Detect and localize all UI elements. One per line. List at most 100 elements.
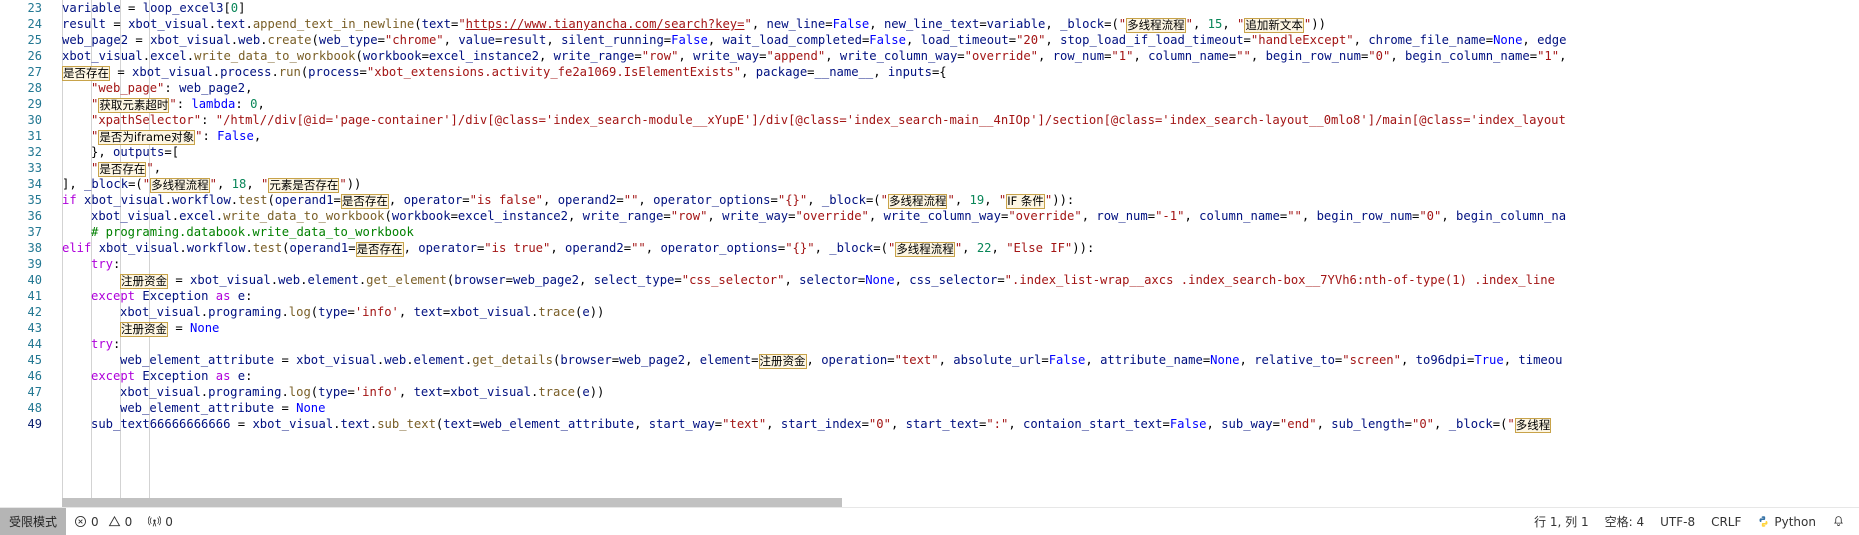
- encoding-label: UTF-8: [1660, 514, 1696, 529]
- code-text[interactable]: 是否存在 = xbot_visual.process.run(process="…: [62, 64, 947, 81]
- code-text[interactable]: xbot_visual.programing.log(type='info', …: [120, 304, 604, 320]
- code-line[interactable]: 30 "xpathSelector": "/html//div[@id='page…: [0, 112, 1859, 128]
- code-line[interactable]: 28 "web_page": web_page2,: [0, 80, 1859, 96]
- code-line[interactable]: 42 xbot_visual.programing.log(type='info'…: [0, 304, 1859, 320]
- line-number: 41: [27, 289, 42, 303]
- status-problems[interactable]: 0 0: [66, 508, 140, 535]
- warning-triangle-icon: [108, 515, 121, 528]
- code-text[interactable]: result = xbot_visual.text.append_text_in…: [62, 16, 1326, 33]
- code-text[interactable]: }, outputs=[: [91, 144, 179, 160]
- code-text[interactable]: web_page2 = xbot_visual.web.create(web_t…: [62, 32, 1566, 48]
- code-line[interactable]: 38 elif xbot_visual.workflow.test(operand…: [0, 240, 1859, 257]
- code-line[interactable]: 47 xbot_visual.programing.log(type='info'…: [0, 384, 1859, 400]
- line-number: 29: [27, 97, 42, 111]
- code-text[interactable]: ], _block=("多线程流程", 18, "元素是否存在")): [62, 176, 361, 193]
- line-number: 25: [27, 33, 42, 47]
- warning-count: 0: [124, 514, 133, 529]
- language-mode-label: Python: [1774, 514, 1816, 529]
- code-text[interactable]: web_element_attribute = None: [120, 400, 325, 416]
- code-line[interactable]: 26 xbot_visual.excel.write_data_to_workbo…: [0, 48, 1859, 64]
- line-number: 35: [27, 193, 42, 207]
- code-text[interactable]: except Exception as e:: [91, 368, 252, 384]
- code-line[interactable]: 33 "是否存在",: [0, 160, 1859, 177]
- vscode-window: 23 variable = loop_excel3[0] 24 result = xb…: [0, 0, 1859, 535]
- code-text[interactable]: sub_text66666666666 = xbot_visual.text.s…: [91, 416, 1552, 433]
- code-text[interactable]: variable = loop_excel3[0]: [62, 0, 245, 16]
- code-lines[interactable]: 23 variable = loop_excel3[0] 24 result = xb…: [0, 0, 1859, 433]
- code-line[interactable]: 29 "获取元素超时": lambda: 0,: [0, 96, 1859, 113]
- code-line[interactable]: 25 web_page2 = xbot_visual.web.create(web…: [0, 32, 1859, 48]
- line-number: 37: [27, 225, 42, 239]
- radio-tower-icon: [148, 515, 162, 528]
- code-line[interactable]: 49 sub_text66666666666 = xbot_visual.text…: [0, 416, 1859, 433]
- line-number: 42: [27, 305, 42, 319]
- code-line[interactable]: 24 result = xbot_visual.text.append_text_…: [0, 16, 1859, 33]
- code-line[interactable]: 36 xbot_visual.excel.write_data_to_workbo…: [0, 208, 1859, 224]
- code-text[interactable]: # programing.databook.write_data_to_work…: [91, 224, 414, 240]
- error-circle-icon: [74, 515, 87, 528]
- code-text[interactable]: except Exception as e:: [91, 288, 252, 304]
- status-language-mode[interactable]: Python: [1749, 508, 1824, 535]
- bell-icon: [1832, 515, 1845, 528]
- line-number: 24: [27, 17, 42, 31]
- code-text[interactable]: 注册资金 = xbot_visual.web.element.get_eleme…: [120, 272, 1555, 289]
- line-number: 36: [27, 209, 42, 223]
- python-icon: [1757, 515, 1770, 528]
- code-editor[interactable]: 23 variable = loop_excel3[0] 24 result = xb…: [0, 0, 1859, 508]
- line-number: 49: [27, 417, 42, 431]
- code-line[interactable]: 48 web_element_attribute = None: [0, 400, 1859, 416]
- code-line[interactable]: 37 # programing.databook.write_data_to_wo…: [0, 224, 1859, 240]
- code-line[interactable]: 23 variable = loop_excel3[0]: [0, 0, 1859, 16]
- status-encoding[interactable]: UTF-8: [1652, 508, 1703, 535]
- line-number: 28: [27, 81, 42, 95]
- ports-count: 0: [165, 514, 173, 529]
- code-line[interactable]: 35 if xbot_visual.workflow.test(operand1=…: [0, 192, 1859, 209]
- status-bar: 受限模式 0 0 0 行 1, 列 1 空格: 4 UTF-8 CRLF Pyt…: [0, 507, 1859, 535]
- code-text[interactable]: if xbot_visual.workflow.test(operand1=是否…: [62, 192, 1074, 209]
- code-text[interactable]: try:: [91, 256, 120, 272]
- code-line[interactable]: 43 注册资金 = None: [0, 320, 1859, 337]
- error-count: 0: [91, 514, 99, 529]
- code-line[interactable]: 44 try:: [0, 336, 1859, 352]
- code-text[interactable]: try:: [91, 336, 120, 352]
- line-number: 32: [27, 145, 42, 159]
- line-number: 47: [27, 385, 42, 399]
- line-number: 38: [27, 241, 42, 255]
- eol-label: CRLF: [1711, 514, 1742, 529]
- code-line[interactable]: 31 "是否为iframe对象": False,: [0, 128, 1859, 145]
- code-line[interactable]: 45 web_element_attribute = xbot_visual.we…: [0, 352, 1859, 369]
- code-text[interactable]: "是否为iframe对象": False,: [91, 128, 261, 145]
- code-line[interactable]: 39 try:: [0, 256, 1859, 272]
- code-text[interactable]: "是否存在",: [91, 160, 161, 177]
- line-number: 46: [27, 369, 42, 383]
- code-text[interactable]: xbot_visual.excel.write_data_to_workbook…: [91, 208, 1566, 224]
- code-line[interactable]: 34 ], _block=("多线程流程", 18, "元素是否存在")): [0, 176, 1859, 193]
- code-line[interactable]: 41 except Exception as e:: [0, 288, 1859, 304]
- line-number: 48: [27, 401, 42, 415]
- code-text[interactable]: 注册资金 = None: [120, 320, 219, 337]
- code-line[interactable]: 32 }, outputs=[: [0, 144, 1859, 160]
- code-line[interactable]: 40 注册资金 = xbot_visual.web.element.get_ele…: [0, 272, 1859, 289]
- code-text[interactable]: xbot_visual.excel.write_data_to_workbook…: [62, 48, 1566, 64]
- code-text[interactable]: xbot_visual.programing.log(type='info', …: [120, 384, 604, 400]
- line-number: 43: [27, 321, 42, 335]
- status-indentation[interactable]: 空格: 4: [1597, 508, 1653, 535]
- status-restricted-mode[interactable]: 受限模式: [0, 508, 67, 535]
- code-text[interactable]: web_element_attribute = xbot_visual.web.…: [120, 352, 1562, 369]
- status-ports[interactable]: 0: [140, 508, 181, 535]
- status-eol[interactable]: CRLF: [1703, 508, 1749, 535]
- code-text[interactable]: "xpathSelector": "/html//div[@id='page-c…: [91, 112, 1566, 128]
- code-line[interactable]: 27 是否存在 = xbot_visual.process.run(process…: [0, 64, 1859, 81]
- code-text[interactable]: "web_page": web_page2,: [91, 80, 252, 96]
- line-number: 34: [27, 177, 42, 191]
- line-number: 30: [27, 113, 42, 127]
- status-notifications[interactable]: [1824, 508, 1853, 535]
- code-text[interactable]: elif xbot_visual.workflow.test(operand1=…: [62, 240, 1094, 257]
- line-number: 26: [27, 49, 42, 63]
- status-cursor-position[interactable]: 行 1, 列 1: [1526, 508, 1597, 535]
- line-number: 27: [27, 65, 42, 79]
- line-number: 33: [27, 161, 42, 175]
- code-text[interactable]: "获取元素超时": lambda: 0,: [91, 96, 265, 113]
- code-line[interactable]: 46 except Exception as e:: [0, 368, 1859, 384]
- line-number: 23: [27, 1, 42, 15]
